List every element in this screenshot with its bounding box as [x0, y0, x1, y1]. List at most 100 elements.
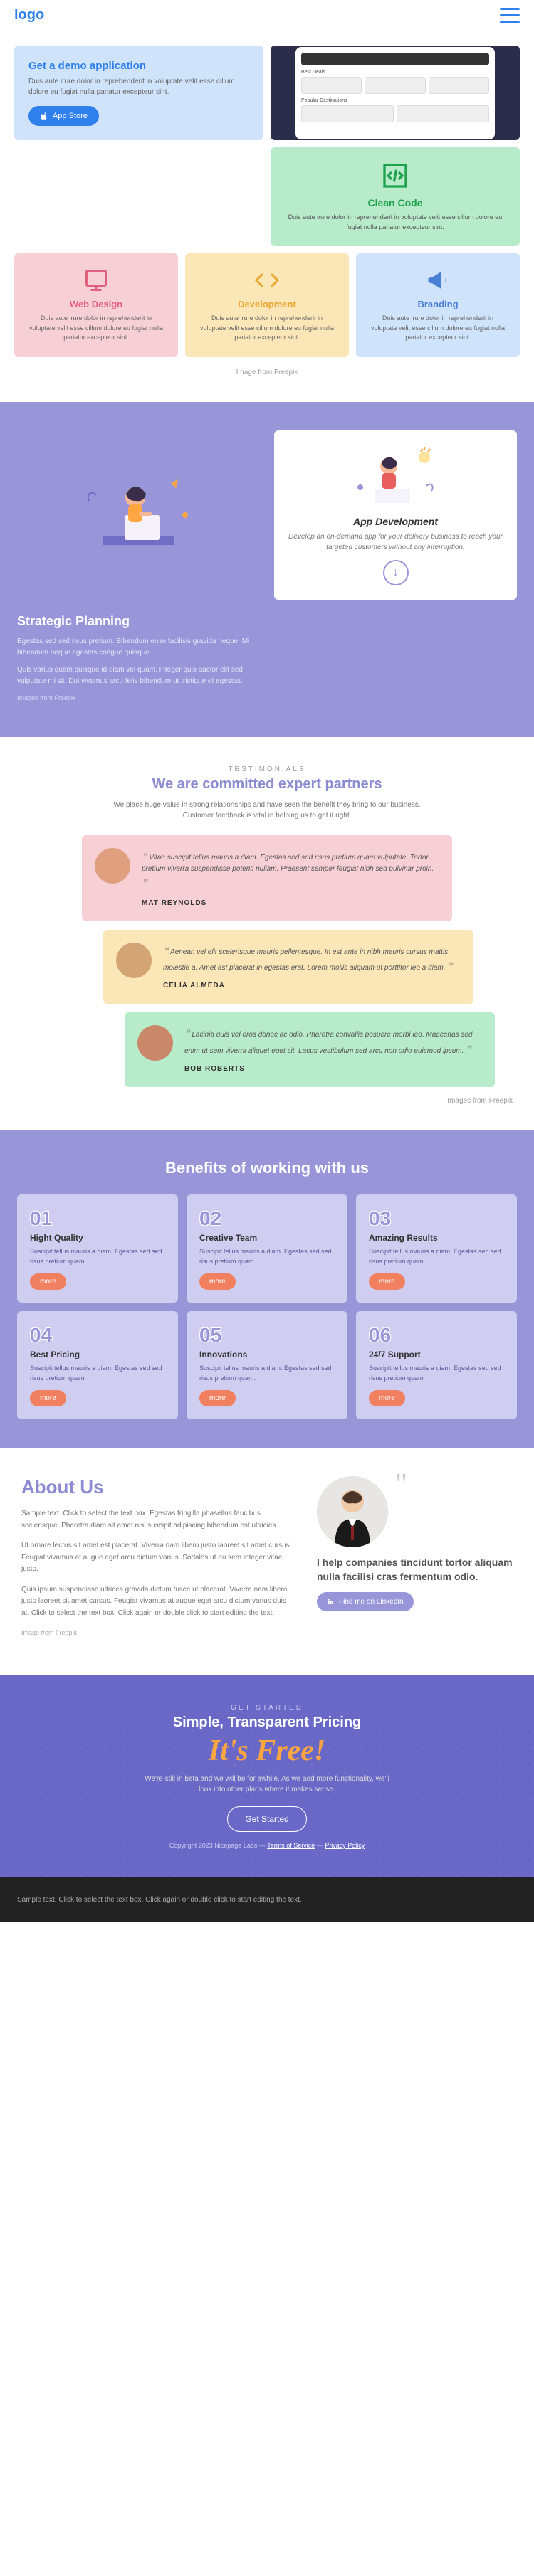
benefit-title: 24/7 Support: [369, 1350, 504, 1359]
get-started-button[interactable]: Get Started: [227, 1806, 306, 1832]
image-credit: Image from Freepik: [14, 363, 520, 388]
testimonials-credit: Images from Freepik: [21, 1087, 513, 1116]
woman-illustration: [17, 462, 260, 568]
phone-label-deals: Best Deals: [301, 70, 489, 75]
about-p2: Ut ornare lectus sit amet est placerat. …: [21, 1540, 295, 1576]
testimonial-quote: ❝ Aenean vel elit scelerisque mauris pel…: [163, 943, 461, 975]
testimonial-card: ❝ Aenean vel elit scelerisque mauris pel…: [103, 930, 473, 1005]
testimonial-name: CELIA ALMEDA: [163, 982, 225, 990]
benefit-card: 05 Innovations Suscipit tellus mauris a …: [187, 1311, 347, 1419]
benefit-card: 04 Best Pricing Suscipit tellus mauris a…: [17, 1311, 178, 1419]
testimonials-tag: TESTIMONIALS: [21, 765, 513, 773]
strategic-credit: Images from Freepik: [17, 693, 260, 703]
about-section: About Us Sample text. Click to select th…: [0, 1448, 534, 1675]
more-button[interactable]: more: [30, 1390, 66, 1406]
benefit-card: 02 Creative Team Suscipit tellus mauris …: [187, 1194, 347, 1303]
demo-desc: Duis aute irure dolor in reprehenderit i…: [28, 76, 249, 97]
linkedin-icon: [327, 1598, 335, 1606]
more-button[interactable]: more: [199, 1273, 236, 1290]
pricing-section: GET STARTED Simple, Transparent Pricing …: [0, 1675, 534, 1877]
strategic-p1: Egestas sed sed risus pretium. Bibendum …: [17, 636, 260, 659]
benefit-card: 06 24/7 Support Suscipit tellus mauris a…: [356, 1311, 517, 1419]
benefit-desc: Suscipit tellus mauris a diam. Egestas s…: [369, 1364, 504, 1383]
strategic-title: Strategic Planning: [17, 614, 260, 629]
benefit-title: Creative Team: [199, 1233, 335, 1243]
man-illustration: [288, 445, 503, 509]
benefit-title: Best Pricing: [30, 1350, 165, 1359]
benefit-card: 01 Hight Quality Suscipit tellus mauris …: [17, 1194, 178, 1303]
benefit-title: Innovations: [199, 1350, 335, 1359]
avatar: [116, 943, 152, 978]
testimonial-name: BOB ROBERTS: [184, 1065, 245, 1073]
benefit-num: 02: [199, 1207, 335, 1230]
app-dev-title: App Development: [288, 516, 503, 527]
app-dev-desc: Develop an on-demand app for your delive…: [288, 531, 503, 553]
avatar: [95, 848, 130, 884]
logo[interactable]: logo: [14, 7, 44, 23]
about-p1: Sample text. Click to select the text bo…: [21, 1508, 295, 1532]
benefit-num: 04: [30, 1324, 165, 1347]
development-card: Development Duis aute irure dolor in rep…: [185, 253, 349, 357]
design-icon: [83, 267, 109, 293]
phone-label-popular: Popular Destinations: [301, 98, 489, 103]
clean-desc: Duis aute irure dolor in reprehenderit i…: [285, 213, 506, 232]
benefit-num: 01: [30, 1207, 165, 1230]
pricing-heading: Simple, Transparent Pricing: [17, 1714, 517, 1731]
benefit-desc: Suscipit tellus mauris a diam. Egestas s…: [30, 1247, 165, 1266]
code-icon: [381, 161, 409, 190]
trio-title-2: Branding: [370, 299, 506, 309]
testimonial-card: ❝ Vitae suscipit tellus mauris a diam. E…: [82, 835, 452, 921]
benefit-desc: Suscipit tellus mauris a diam. Egestas s…: [369, 1247, 504, 1266]
linkedin-button[interactable]: Find me on LinkedIn: [317, 1592, 414, 1611]
more-button[interactable]: more: [199, 1390, 236, 1406]
app-store-button[interactable]: App Store: [28, 106, 99, 126]
benefit-num: 03: [369, 1207, 504, 1230]
clean-title: Clean Code: [285, 197, 506, 208]
pricing-tag: GET STARTED: [17, 1704, 517, 1712]
testimonials-sub: We place huge value in strong relationsh…: [103, 800, 431, 821]
footer-text: Sample text. Click to select the text bo…: [17, 1894, 517, 1905]
strategic-text: Strategic Planning Egestas sed sed risus…: [17, 614, 260, 709]
demo-card: Get a demo application Duis aute irure d…: [14, 46, 263, 140]
testimonial-quote: ❝ Lacinia quis vel eros donec ac odio. P…: [184, 1025, 482, 1057]
testimonial-card: ❝ Lacinia quis vel eros donec ac odio. P…: [125, 1012, 495, 1087]
app-dev-card: App Development Develop an on-demand app…: [274, 430, 517, 600]
privacy-link[interactable]: Privacy Policy: [325, 1842, 365, 1849]
apple-icon: [40, 112, 48, 120]
testimonial-name: MAT REYNOLDS: [142, 899, 206, 907]
about-title: About Us: [21, 1476, 295, 1498]
copyright: Copyright 2023 Nicepage Labs — Terms of …: [17, 1842, 517, 1849]
terms-link[interactable]: Terms of Service: [267, 1842, 315, 1849]
benefits-section: Benefits of working with us 01 Hight Qua…: [0, 1130, 534, 1448]
pricing-desc: We're still in beta and we will be for a…: [139, 1774, 395, 1795]
quote-mark-icon: ": [395, 1476, 407, 1494]
megaphone-icon: [425, 267, 451, 293]
benefit-desc: Suscipit tellus mauris a diam. Egestas s…: [199, 1247, 335, 1266]
clean-code-card: Clean Code Duis aute irure dolor in repr…: [271, 147, 520, 246]
benefit-card: 03 Amazing Results Suscipit tellus mauri…: [356, 1194, 517, 1303]
about-avatar: [317, 1476, 388, 1547]
benefit-title: Hight Quality: [30, 1233, 165, 1243]
trio-desc-0: Duis aute irure dolor in reprehenderit i…: [28, 314, 164, 343]
trio-title-0: Web Design: [28, 299, 164, 309]
trio-desc-2: Duis aute irure dolor in reprehenderit i…: [370, 314, 506, 343]
about-credit: Image from Freepik: [21, 1628, 295, 1638]
branding-card: Branding Duis aute irure dolor in repreh…: [356, 253, 520, 357]
about-quote: I help companies tincidunt tortor aliqua…: [317, 1556, 513, 1584]
more-button[interactable]: more: [369, 1273, 405, 1290]
demo-title: Get a demo application: [28, 60, 249, 72]
benefit-desc: Suscipit tellus mauris a diam. Egestas s…: [30, 1364, 165, 1383]
trio-title-1: Development: [199, 299, 335, 309]
more-button[interactable]: more: [369, 1390, 405, 1406]
benefits-title: Benefits of working with us: [17, 1159, 517, 1177]
menu-icon[interactable]: [500, 8, 520, 23]
pricing-free: It's Free!: [17, 1734, 517, 1768]
about-p3: Quis ipsum suspendisse ultrices gravida …: [21, 1584, 295, 1620]
arrow-down-icon[interactable]: ↓: [383, 560, 409, 585]
dev-icon: [254, 267, 280, 293]
hero-section: Get a demo application Duis aute irure d…: [0, 31, 534, 402]
trio-desc-1: Duis aute irure dolor in reprehenderit i…: [199, 314, 335, 343]
more-button[interactable]: more: [30, 1273, 66, 1290]
top-bar: logo: [0, 0, 534, 31]
testimonials-title: We are committed expert partners: [21, 776, 513, 793]
